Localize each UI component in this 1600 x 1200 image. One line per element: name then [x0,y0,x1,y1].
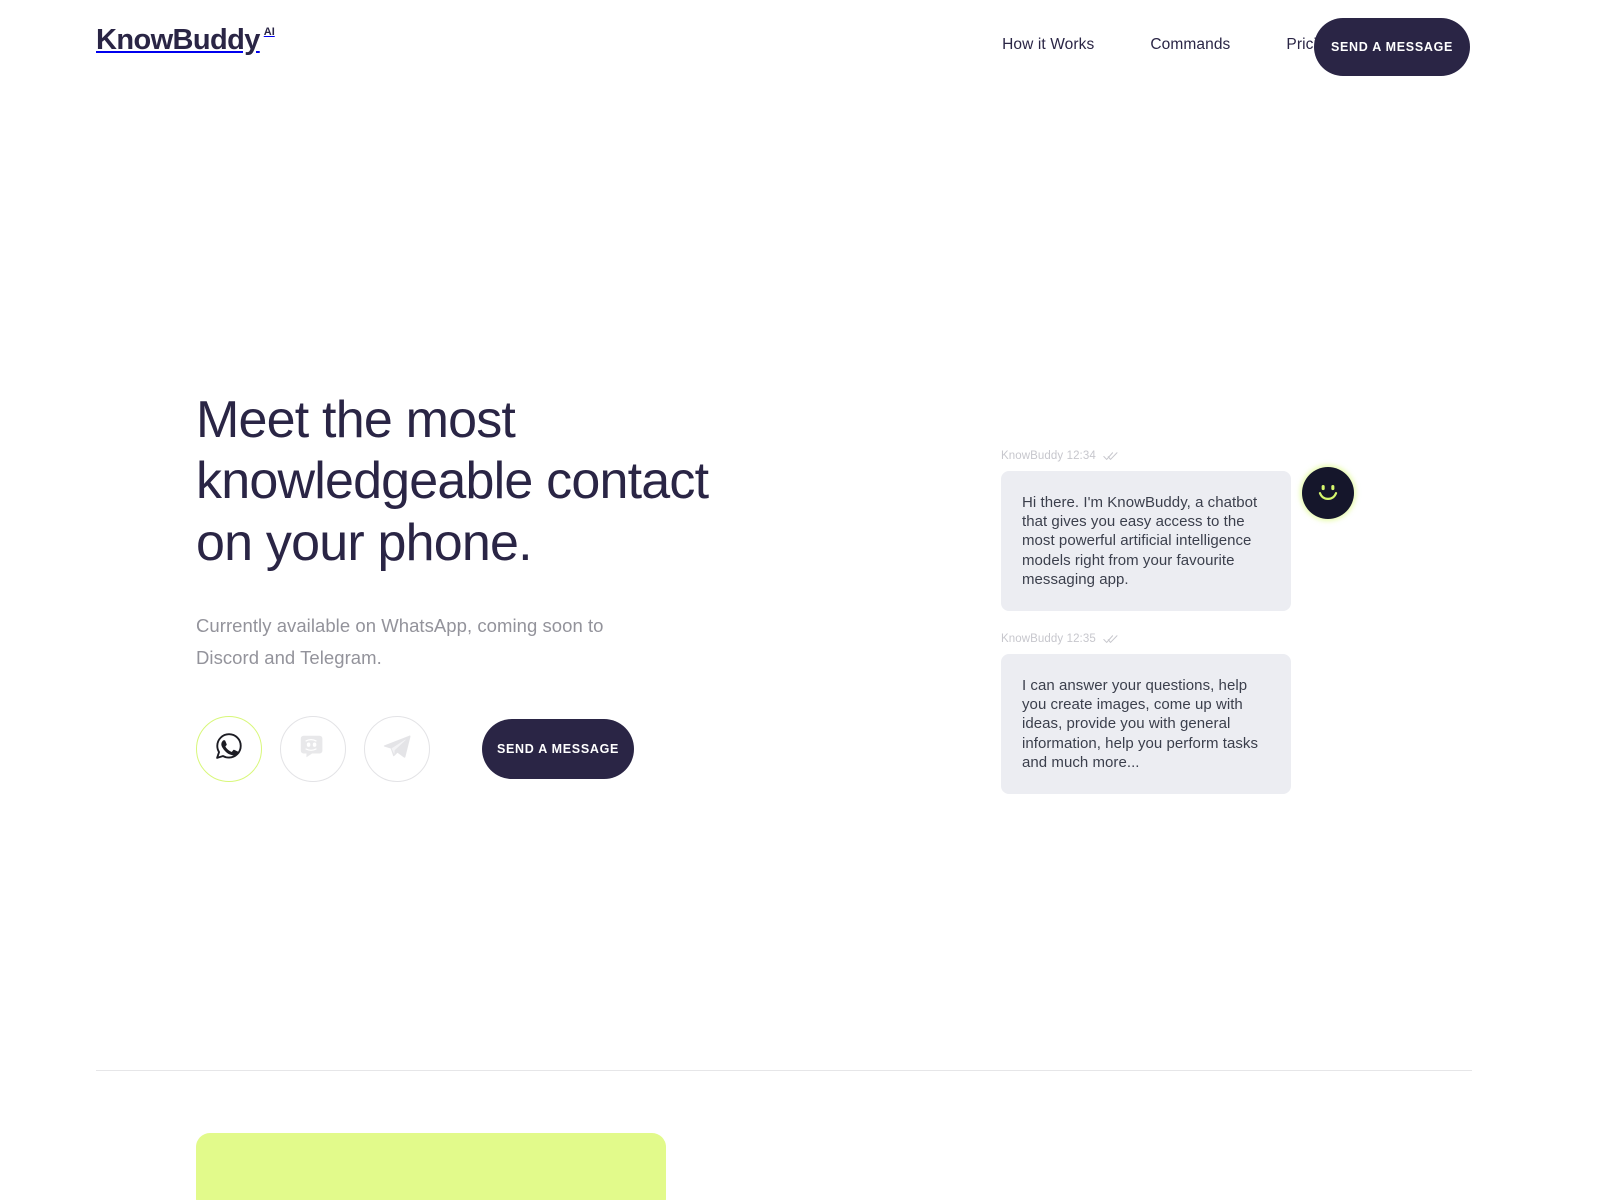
chat-preview: KnowBuddy 12:34 Hi there. I'm KnowBuddy,… [1001,450,1361,794]
chat-spacer [1001,611,1361,633]
chat-message-1-sender-time: KnowBuddy 12:34 [1001,450,1096,462]
landing-page: KnowBuddy AI How it Works Commands Prici… [0,0,1600,1200]
smiley-face-avatar-icon [1311,474,1345,513]
telegram-icon [382,731,412,766]
channel-button-whatsapp[interactable] [196,715,262,782]
chat-bubble-1: Hi there. I'm KnowBuddy, a chatbot that … [1001,471,1291,611]
double-check-icon [1103,634,1118,644]
chat-message-2-sender-time: KnowBuddy 12:35 [1001,632,1096,645]
whatsapp-icon [214,731,244,766]
hero-section: Meet the most knowledgeable contact on y… [0,0,1600,1070]
channel-button-discord [280,715,346,782]
chat-message-1: KnowBuddy 12:34 Hi there. I'm KnowBuddy,… [1001,450,1361,611]
hero-actions: SEND A MESSAGE [196,715,816,782]
chat-message-2-meta: KnowBuddy 12:35 [1001,633,1361,645]
hero-send-a-message-button[interactable]: SEND A MESSAGE [482,718,634,779]
hero-headline: Meet the most knowledgeable contact on y… [196,391,709,572]
section-divider [96,1070,1472,1071]
chat-avatar [1302,467,1354,519]
feature-card-lime [196,1133,666,1200]
channel-button-telegram [364,715,430,782]
hero-copy: Meet the most knowledgeable contact on y… [196,390,816,782]
chat-bubble-2: I can answer your questions, help you cr… [1001,653,1291,794]
chat-message-1-meta: KnowBuddy 12:34 [1001,450,1361,462]
hero-subheadline: Currently available on WhatsApp, coming … [196,615,604,668]
discord-icon [298,731,328,766]
double-check-icon [1103,451,1118,461]
chat-message-2: KnowBuddy 12:35 I can answer your questi… [1001,633,1361,794]
